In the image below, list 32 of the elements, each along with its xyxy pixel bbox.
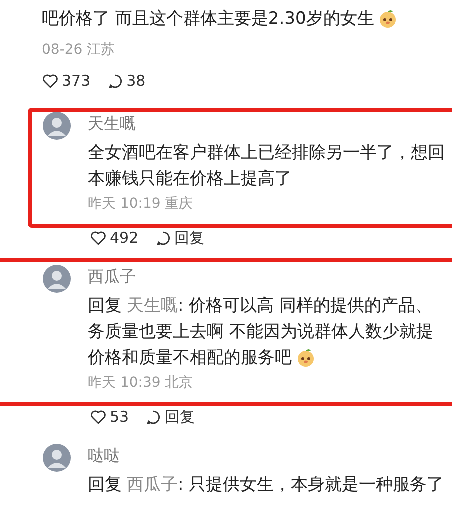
- author-name[interactable]: 西瓜子: [88, 265, 434, 289]
- comment-text: 吧价格了 而且这个群体主要是2.30岁的女生: [42, 8, 374, 31]
- speech-bubble-icon: [154, 230, 172, 246]
- like-button[interactable]: 373: [42, 70, 91, 92]
- heart-icon: [90, 408, 107, 426]
- reply-button[interactable]: 38: [106, 70, 146, 92]
- reply-prefix: 回复: [88, 295, 122, 318]
- like-button[interactable]: 53: [90, 406, 130, 428]
- author-name[interactable]: 天生嘅: [88, 112, 445, 136]
- reply-text: 价格和质量不相配的服务吧: [88, 347, 292, 370]
- reply-text: : 价格可以高 同样的提供的产品、: [178, 295, 433, 318]
- reply-prefix: 回复: [88, 474, 122, 497]
- reply-button[interactable]: 回复: [145, 406, 196, 428]
- mention-link[interactable]: 天生嘅: [127, 293, 178, 319]
- reply-meta: 昨天 10:39 北京: [88, 374, 194, 393]
- speech-bubble-icon: [106, 72, 124, 90]
- heart-icon: [42, 72, 59, 90]
- reply-text: : 只提供女生，本身就是一种服务了: [178, 474, 444, 497]
- reply-text: 本赚钱只能在价格上提高了: [88, 168, 292, 191]
- reply-text: 务质量也要上去啊 不能因为说群体人数少就提: [88, 321, 434, 344]
- reply-meta: 昨天 10:19 重庆: [88, 195, 194, 214]
- comment-meta: 08-26 江苏: [42, 41, 116, 60]
- speech-bubble-icon: [145, 408, 162, 426]
- reply-button[interactable]: 回复: [154, 227, 205, 249]
- author-name[interactable]: 哒哒: [88, 444, 444, 468]
- heart-icon: [90, 230, 107, 246]
- avatar[interactable]: [43, 265, 71, 293]
- like-button[interactable]: 492: [90, 227, 139, 249]
- avatar[interactable]: [43, 112, 71, 140]
- mention-link[interactable]: 西瓜子: [127, 472, 178, 498]
- reply-text: 全女酒吧在客户群体上已经排除另一半了，想回: [88, 142, 445, 165]
- avatar[interactable]: [43, 444, 71, 472]
